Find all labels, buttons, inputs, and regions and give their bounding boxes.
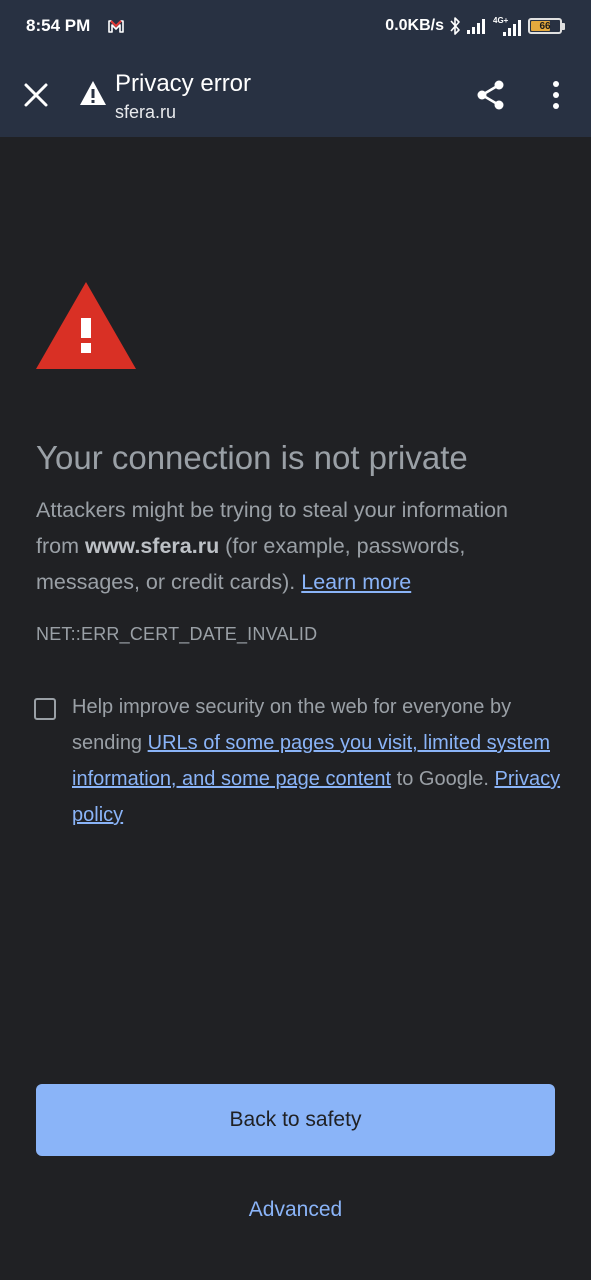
warning-triangle-icon	[36, 282, 136, 369]
close-icon[interactable]	[20, 79, 52, 111]
gmail-icon	[108, 20, 124, 33]
battery-icon: 66	[528, 18, 562, 34]
signal-4g-icon: 4G+	[493, 16, 521, 36]
domain-name: www.sfera.ru	[84, 534, 220, 558]
learn-more-link[interactable]: Learn more	[301, 570, 411, 594]
share-icon[interactable]	[474, 78, 508, 112]
error-code: NET::ERR_CERT_DATE_INVALID	[36, 624, 318, 644]
bluetooth-icon	[450, 17, 460, 35]
advanced-button[interactable]: Advanced	[180, 1188, 411, 1232]
net-speed: 0.0KB/s	[385, 17, 444, 34]
network-type-label: 4G+	[493, 16, 509, 25]
back-to-safety-button[interactable]: Back to safety	[36, 1084, 555, 1156]
page-url: sfera.ru	[115, 102, 177, 122]
page-title: Privacy error	[115, 70, 252, 97]
optin-middle: to Google.	[391, 768, 495, 790]
battery-level: 66	[539, 20, 551, 32]
more-vert-icon[interactable]	[543, 78, 569, 112]
status-right: 0.0KB/s 4G+ 66	[385, 14, 565, 38]
top-bar: 8:54 PM 0.0KB/s 4G+ 66 Privacy error sfe…	[0, 0, 591, 137]
interstitial-message: Attackers might be trying to steal your …	[36, 492, 556, 600]
signal-icon	[467, 19, 485, 34]
battery-tip	[562, 22, 565, 30]
status-time: 8:54 PM	[26, 16, 91, 35]
status-bar: 8:54 PM 0.0KB/s 4G+ 66	[0, 0, 591, 52]
safe-browsing-optin-checkbox[interactable]	[34, 698, 56, 720]
interstitial-heading: Your connection is not private	[36, 439, 468, 476]
optin-text: Help improve security on the web for eve…	[72, 689, 562, 833]
warning-icon	[80, 81, 106, 105]
